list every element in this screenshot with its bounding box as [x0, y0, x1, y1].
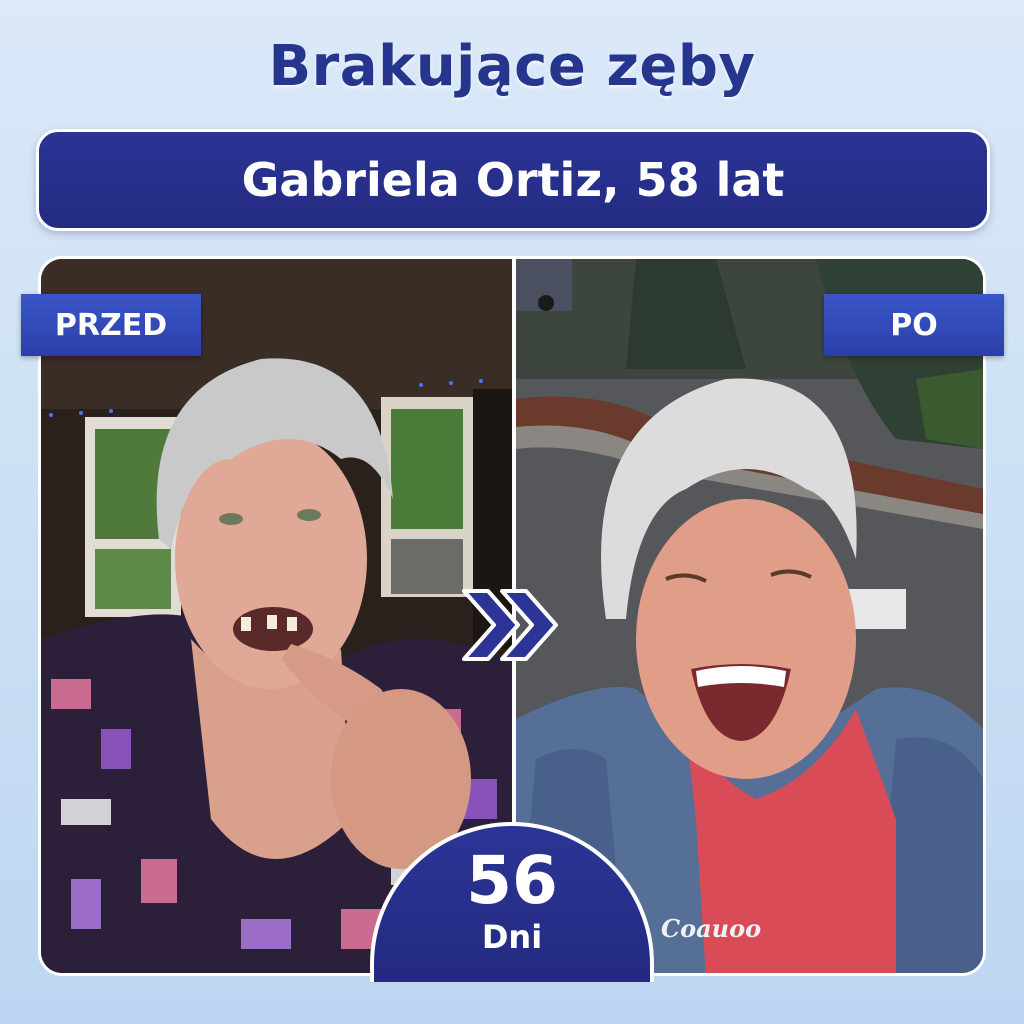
person-name-age: Gabriela Ortiz, 58 lat	[241, 153, 785, 207]
duration-badge: 56 Dni	[370, 822, 654, 982]
before-label-text: PRZED	[54, 307, 168, 343]
double-chevron-right-icon	[462, 589, 558, 661]
duration-unit: Dni	[481, 918, 543, 956]
jacket-brand-text: Coauoo	[661, 914, 761, 943]
name-banner: Gabriela Ortiz, 58 lat	[36, 129, 990, 231]
before-label: PRZED	[21, 294, 201, 356]
after-label: PO	[824, 294, 1004, 356]
after-label-text: PO	[890, 307, 938, 343]
duration-value: 56	[466, 842, 558, 919]
headline: Brakujące zęby	[268, 34, 756, 99]
